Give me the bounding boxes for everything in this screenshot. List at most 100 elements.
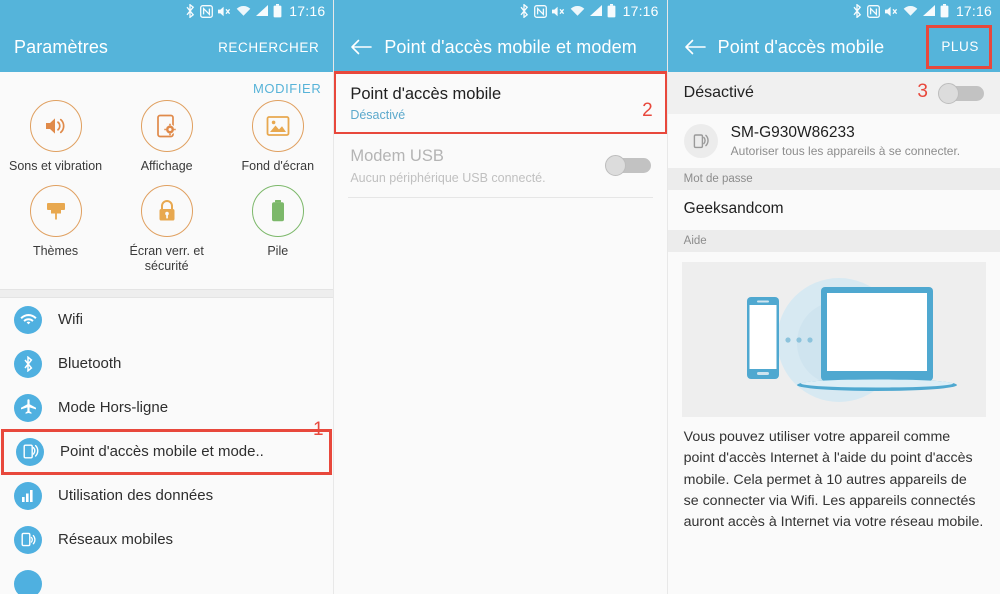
back-arrow-icon[interactable]: [682, 34, 708, 60]
grid-item-label: Affichage: [140, 159, 193, 173]
row-subtitle: Aucun périphérique USB connecté.: [350, 170, 546, 185]
device-subtitle: Autoriser tous les appareils à se connec…: [730, 144, 961, 158]
mute-icon: [884, 5, 899, 18]
list-item-label: Wifi: [58, 311, 83, 329]
signal-icon: [922, 5, 936, 17]
list-item-partial-cutoff[interactable]: [0, 562, 333, 594]
annotation-number-3: 3: [917, 81, 928, 102]
three-panel-screenshot-strip: 17:16 Paramètres RECHERCHER MODIFIER Son…: [0, 0, 1000, 594]
hotspot-toggle[interactable]: [937, 83, 984, 104]
settings-list: Wifi Bluetooth Mode Hors-ligne Point d'a…: [0, 297, 334, 594]
annotation-number-1: 1: [313, 419, 324, 440]
device-row[interactable]: SM-G930W86233 Autoriser tous les apparei…: [667, 114, 1000, 168]
row-title: Point d'accès mobile: [350, 85, 502, 103]
list-item-mode-hors-ligne[interactable]: Mode Hors-ligne: [0, 386, 333, 430]
hotspot-toggle-row[interactable]: Désactivé 3: [667, 72, 1000, 114]
status-bar-panel3: 17:16: [667, 0, 1000, 22]
list-item-bluetooth[interactable]: Bluetooth: [0, 342, 333, 386]
list-item-label: Mode Hors-ligne: [58, 399, 169, 417]
mute-icon: [217, 5, 232, 18]
list-item-label: Point d'accès mobile et mode..: [60, 443, 264, 461]
lock-icon: [140, 184, 193, 237]
section-header-password: Mot de passe: [667, 168, 1000, 190]
bluetooth-icon: [519, 4, 530, 18]
password-value[interactable]: Geeksandcom: [667, 190, 1000, 230]
row-title: Modem USB: [350, 147, 444, 166]
edit-button[interactable]: MODIFIER: [0, 72, 334, 96]
section-divider: [0, 288, 334, 298]
list-item-reseaux-mobiles[interactable]: Réseaux mobiles: [0, 518, 333, 562]
mute-icon: [551, 5, 566, 18]
bluetooth-icon: [185, 4, 196, 18]
search-button[interactable]: RECHERCHER: [218, 40, 319, 55]
signal-icon: [589, 5, 603, 17]
themes-brush-icon: [29, 184, 82, 237]
toggle-knob: [604, 154, 626, 176]
grid-item-fond-decran[interactable]: Fond d'écran: [222, 100, 333, 175]
bluetooth-icon: [852, 4, 863, 18]
wifi-icon: [903, 5, 918, 17]
page-title-hotspot: Point d'accès mobile: [717, 36, 885, 57]
grid-item-sons-et-vibration[interactable]: Sons et vibration: [0, 100, 111, 175]
app-bar-panel1: Paramètres RECHERCHER: [0, 22, 334, 72]
status-bar-panel2: 17:16: [334, 0, 667, 22]
panel-mobile-hotspot: 17:16 Point d'accès mobile PLUS Désactiv…: [666, 0, 1000, 594]
status-bar-clock: 17:16: [955, 3, 992, 19]
phone-to-laptop-tethering-illustration: [681, 262, 986, 417]
grid-item-affichage[interactable]: Affichage: [111, 100, 222, 175]
nfc-icon: [866, 4, 880, 18]
page-title-settings: Paramètres: [14, 36, 109, 57]
list-divider: [348, 196, 653, 198]
list-item-label: Bluetooth: [58, 355, 122, 373]
bluetooth-icon: [14, 349, 42, 378]
row-modem-usb[interactable]: Modem USB Aucun périphérique USB connect…: [334, 134, 667, 197]
device-name: SM-G930W86233: [730, 124, 855, 141]
hotspot-icon: [16, 437, 44, 466]
section-header-help: Aide: [667, 230, 1000, 252]
grid-item-label: Fond d'écran: [241, 159, 315, 173]
list-item-utilisation-des-donnees[interactable]: Utilisation des données: [0, 474, 333, 518]
display-settings-icon: [140, 100, 193, 152]
list-item-label: Utilisation des données: [58, 487, 214, 505]
quick-settings-grid: Sons et vibration Affichage Fond d'écran…: [0, 96, 334, 289]
annotation-number-2: 2: [642, 100, 653, 121]
list-item-label: Réseaux mobiles: [58, 531, 174, 549]
status-bar-clock: 17:16: [289, 3, 326, 19]
volume-icon: [29, 100, 82, 152]
battery-icon: [940, 4, 949, 18]
hotspot-icon: [683, 124, 718, 158]
more-button[interactable]: PLUS: [926, 25, 992, 69]
status-bar-clock: 17:16: [622, 3, 659, 19]
modem-usb-toggle[interactable]: [604, 154, 651, 176]
wifi-icon: [570, 5, 585, 17]
grid-item-label: Thèmes: [32, 243, 79, 258]
back-arrow-icon[interactable]: [348, 34, 374, 60]
grid-item-label: Sons et vibration: [9, 159, 103, 173]
grid-item-themes[interactable]: Thèmes: [0, 184, 111, 275]
hotspot-state-label: Désactivé: [683, 84, 754, 101]
help-description-text: Vous pouvez utiliser votre appareil comm…: [667, 417, 1000, 534]
nfc-icon: [533, 4, 547, 18]
app-bar-panel2: Point d'accès mobile et modem: [334, 22, 667, 72]
wallpaper-icon: [251, 100, 304, 152]
grid-item-pile[interactable]: Pile: [222, 184, 333, 275]
grid-item-label: Écran verr. et sécurité: [129, 243, 204, 274]
list-item-point-dacces-mobile-et-modem[interactable]: Point d'accès mobile et mode..: [0, 428, 333, 475]
data-usage-icon: [14, 481, 42, 510]
wifi-icon: [236, 5, 251, 17]
status-bar-panel1: 17:16: [0, 0, 334, 22]
battery-icon: [251, 184, 304, 237]
panel-tethering-menu: 17:16 Point d'accès mobile et modem Poin…: [333, 0, 667, 594]
list-item-wifi[interactable]: Wifi: [0, 298, 333, 342]
row-point-dacces-mobile[interactable]: Point d'accès mobile Désactivé 2: [334, 70, 667, 136]
page-title-tethering: Point d'accès mobile et modem: [384, 36, 637, 57]
battery-icon: [607, 4, 616, 18]
battery-icon: [273, 4, 282, 18]
app-bar-panel3: Point d'accès mobile PLUS: [667, 22, 1000, 72]
help-illustration-container: [667, 252, 1000, 417]
toggle-knob: [937, 83, 959, 104]
signal-icon: [255, 5, 269, 17]
generic-setting-icon: [14, 569, 42, 594]
grid-item-ecran-verr-securite[interactable]: Écran verr. et sécurité: [111, 184, 222, 275]
row-subtitle: Désactivé: [350, 108, 406, 123]
